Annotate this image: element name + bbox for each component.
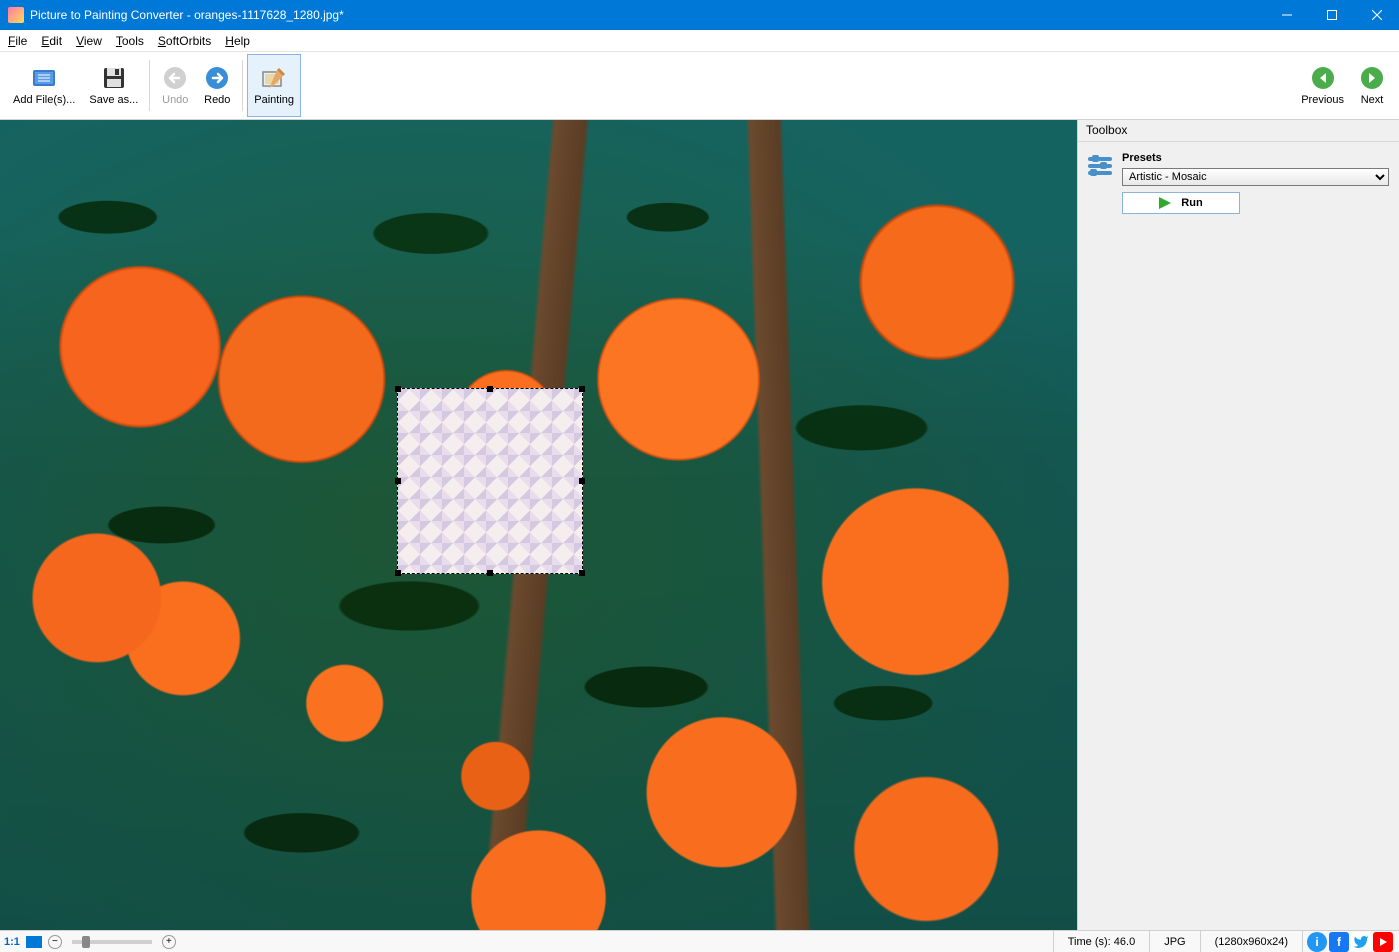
menu-help[interactable]: Help (225, 34, 250, 48)
resize-handle[interactable] (487, 570, 493, 576)
main-area: Toolbox Presets Artistic - Mosaic Run (0, 120, 1399, 930)
run-label: Run (1181, 197, 1202, 209)
statusbar: 1:1 − + Time (s): 46.0 JPG (1280x960x24)… (0, 930, 1399, 952)
save-as-label: Save as... (89, 94, 138, 107)
canvas-area[interactable] (0, 120, 1077, 930)
menu-file[interactable]: File (8, 34, 27, 48)
toolbar: Add File(s)... Save as... Undo Redo Pain… (0, 52, 1399, 120)
status-format: JPG (1149, 931, 1199, 952)
zoom-in-button[interactable]: + (162, 935, 176, 949)
youtube-icon[interactable] (1373, 932, 1393, 952)
redo-icon (203, 64, 231, 92)
close-button[interactable] (1354, 0, 1399, 30)
twitter-icon[interactable] (1351, 932, 1371, 952)
add-files-icon (30, 64, 58, 92)
menu-softorbits[interactable]: SoftOrbits (158, 34, 211, 48)
minimize-button[interactable] (1264, 0, 1309, 30)
save-as-button[interactable]: Save as... (82, 54, 145, 117)
zoom-ratio[interactable]: 1:1 (4, 936, 20, 948)
info-icon[interactable]: i (1307, 932, 1327, 952)
painting-button[interactable]: Painting (247, 54, 301, 117)
zoom-slider[interactable] (72, 940, 152, 944)
resize-handle[interactable] (579, 386, 585, 392)
menu-tools[interactable]: Tools (116, 34, 144, 48)
save-icon (100, 64, 128, 92)
menu-edit[interactable]: Edit (41, 34, 62, 48)
window-title: Picture to Painting Converter - oranges-… (30, 8, 1264, 22)
preset-select[interactable]: Artistic - Mosaic (1122, 168, 1389, 186)
app-icon (8, 7, 24, 23)
painting-label: Painting (254, 94, 294, 107)
previous-button[interactable]: Previous (1294, 54, 1351, 117)
toolbox-title: Toolbox (1078, 120, 1399, 142)
zoom-out-button[interactable]: − (48, 935, 62, 949)
preview-selection[interactable] (397, 388, 583, 574)
undo-icon (161, 64, 189, 92)
resize-handle[interactable] (487, 386, 493, 392)
presets-label: Presets (1122, 152, 1162, 164)
painting-icon (260, 64, 288, 92)
next-label: Next (1361, 94, 1384, 107)
resize-handle[interactable] (395, 386, 401, 392)
maximize-button[interactable] (1309, 0, 1354, 30)
status-dimensions: (1280x960x24) (1200, 931, 1302, 952)
previous-label: Previous (1301, 94, 1344, 107)
status-time: Time (s): 46.0 (1053, 931, 1149, 952)
resize-handle[interactable] (579, 570, 585, 576)
add-files-button[interactable]: Add File(s)... (6, 54, 82, 117)
resize-handle[interactable] (395, 570, 401, 576)
facebook-icon[interactable]: f (1329, 932, 1349, 952)
menu-view[interactable]: View (76, 34, 102, 48)
titlebar: Picture to Painting Converter - oranges-… (0, 0, 1399, 30)
undo-label: Undo (162, 94, 188, 107)
add-files-label: Add File(s)... (13, 94, 75, 107)
toolbar-separator (242, 60, 243, 111)
undo-button[interactable]: Undo (154, 54, 196, 117)
resize-handle[interactable] (395, 478, 401, 484)
presets-icon (1088, 156, 1112, 176)
menubar: File Edit View Tools SoftOrbits Help (0, 30, 1399, 52)
toolbar-separator (149, 60, 150, 111)
redo-button[interactable]: Redo (196, 54, 238, 117)
toolbox-panel: Toolbox Presets Artistic - Mosaic Run (1077, 120, 1399, 930)
run-arrow-icon (1159, 197, 1171, 209)
redo-label: Redo (204, 94, 230, 107)
next-button[interactable]: Next (1351, 54, 1393, 117)
resize-handle[interactable] (579, 478, 585, 484)
previous-icon (1309, 64, 1337, 92)
run-button[interactable]: Run (1122, 192, 1240, 214)
next-icon (1358, 64, 1386, 92)
fit-screen-icon[interactable] (26, 936, 42, 948)
